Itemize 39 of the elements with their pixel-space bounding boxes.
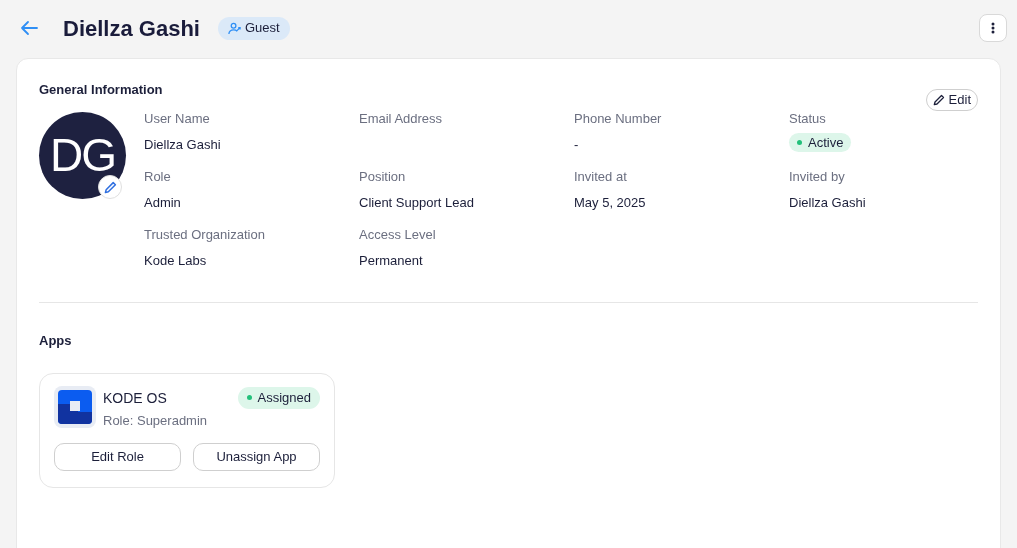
- app-name: KODE OS: [103, 388, 168, 408]
- field-label: Position: [359, 168, 407, 186]
- field-value: May 5, 2025: [574, 193, 647, 212]
- avatar: DG: [39, 112, 126, 199]
- edit-avatar-button[interactable]: [98, 175, 122, 199]
- assigned-badge: Assigned: [237, 386, 320, 409]
- user-icon: [227, 21, 241, 35]
- field-value: Diellza Gashi: [144, 135, 222, 154]
- section-title: General Information: [39, 81, 163, 99]
- field-value: Permanent: [359, 251, 424, 270]
- field-label: Role: [144, 168, 172, 186]
- page-title: Diellza Gashi: [63, 14, 200, 43]
- more-vertical-icon: [991, 22, 995, 34]
- more-options-button[interactable]: [979, 14, 1007, 42]
- field-label: Invited at: [574, 168, 628, 186]
- field-label: Phone Number: [574, 110, 663, 128]
- field-label: Trusted Organization: [144, 226, 266, 244]
- guest-badge: Guest: [217, 16, 290, 40]
- field-value: Admin: [144, 193, 182, 212]
- field-value: Kode Labs: [144, 251, 208, 270]
- app-role: Role: Superadmin: [103, 411, 208, 430]
- pencil-icon: [103, 180, 117, 194]
- field-label: Status: [789, 110, 827, 128]
- back-arrow-icon[interactable]: [20, 20, 38, 36]
- status-badge: Active: [789, 132, 852, 152]
- field-label: Access Level: [359, 226, 437, 244]
- status-dot-icon: [797, 139, 802, 145]
- section-title: Apps: [39, 332, 73, 350]
- field-label: Email Address: [359, 110, 444, 128]
- pencil-icon: [932, 94, 945, 106]
- field-label: Invited by: [789, 168, 846, 186]
- field-value: Diellza Gashi: [789, 193, 867, 212]
- app-action-button[interactable]: Unassign App: [193, 443, 320, 471]
- app-logo-icon: [54, 385, 96, 428]
- field-value: Client Support Lead: [359, 193, 475, 212]
- status-dot-icon: [246, 395, 252, 400]
- field-value: -: [574, 135, 580, 154]
- app-action-button[interactable]: Edit Role: [54, 443, 181, 471]
- field-label: User Name: [144, 110, 211, 128]
